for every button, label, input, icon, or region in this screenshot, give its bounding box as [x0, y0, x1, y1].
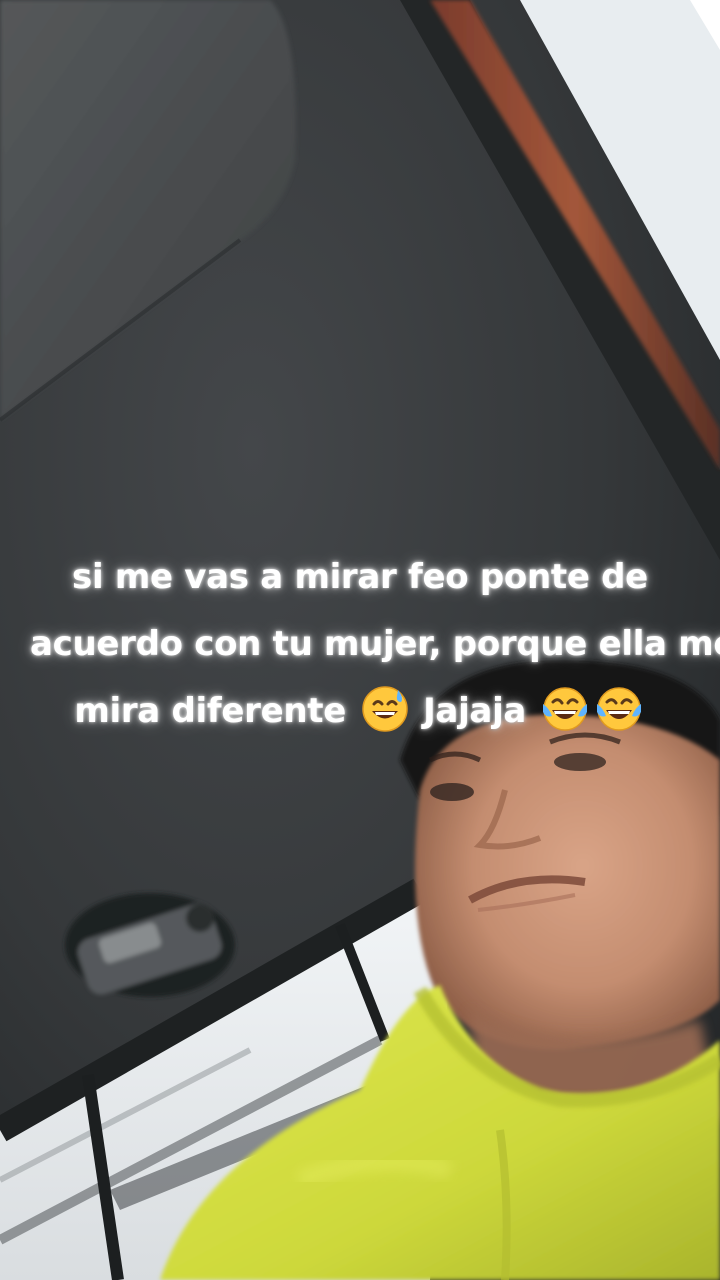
video-caption: si me vas a mirar feo ponte de acuerdo c… [30, 544, 720, 745]
caption-line-3-laugh: Jajaja [423, 691, 527, 731]
caption-line-3-text: mira diferente [74, 691, 346, 731]
caption-line-2: acuerdo con tu mujer, porque ella me [30, 624, 720, 664]
video-frame: si me vas a mirar feo ponte de acuerdo c… [0, 0, 720, 1280]
tears-of-joy-emoji-icon [542, 687, 587, 731]
grinning-sweat-emoji-icon [361, 686, 408, 732]
caption-line-1: si me vas a mirar feo ponte de [72, 557, 648, 597]
tears-of-joy-emoji-icon [596, 687, 641, 731]
caption-line-3: mira diferente Jajaja [30, 678, 690, 745]
